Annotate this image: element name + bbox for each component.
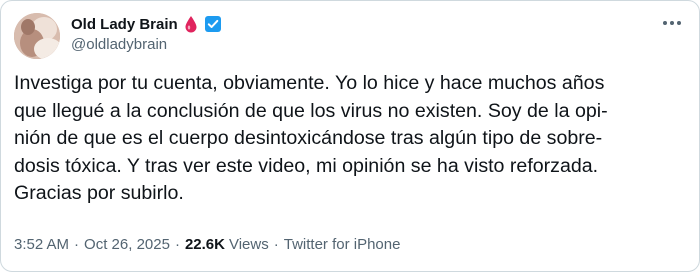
tweet-text-line: que llegué a la conclusión de que los vi…: [14, 99, 608, 122]
tweet-source-link[interactable]: Twitter for iPhone: [284, 236, 401, 253]
avatar[interactable]: [14, 13, 60, 59]
more-horizontal-icon: [663, 21, 667, 25]
tweet-card: Old Lady Brain @oldladybrain Investiga p…: [0, 0, 700, 272]
tweet-text-line: Gracias por subirlo.: [14, 182, 184, 204]
avatar-image: [14, 13, 60, 59]
meta-separator: ·: [74, 236, 80, 253]
tweet-metadata: 3:52 AM · Oct 26, 2025 · 22.6K Views · T…: [14, 236, 400, 253]
tweet-text-line: dosis tóxica. Y tras ver este video, mi …: [14, 154, 599, 177]
tweet-text-line: Investiga por tu cuenta, obviamente. Yo …: [14, 72, 605, 94]
meta-separator: ·: [273, 236, 279, 253]
author-display-name[interactable]: Old Lady Brain: [71, 16, 178, 33]
meta-separator: ·: [174, 236, 180, 253]
more-horizontal-icon-dot: [670, 21, 674, 25]
verified-badge-icon: [204, 15, 222, 33]
author-handle[interactable]: @oldladybrain: [71, 36, 167, 53]
blood-drop-icon: [184, 15, 198, 33]
tweet-text-line: nión de que es el cuerpo desintoxicándos…: [14, 127, 603, 149]
more-horizontal-icon-dot: [677, 21, 681, 25]
author-name-row: Old Lady Brain: [71, 14, 222, 34]
tweet-time[interactable]: 3:52 AM: [14, 236, 69, 253]
tweet-text: Investiga por tu cuenta, obviamente. Yo …: [14, 70, 689, 208]
views-count: 22.6K: [184, 236, 225, 253]
views-label: Views: [228, 236, 269, 253]
more-options-button[interactable]: [661, 15, 683, 31]
tweet-date[interactable]: Oct 26, 2025: [84, 236, 170, 253]
